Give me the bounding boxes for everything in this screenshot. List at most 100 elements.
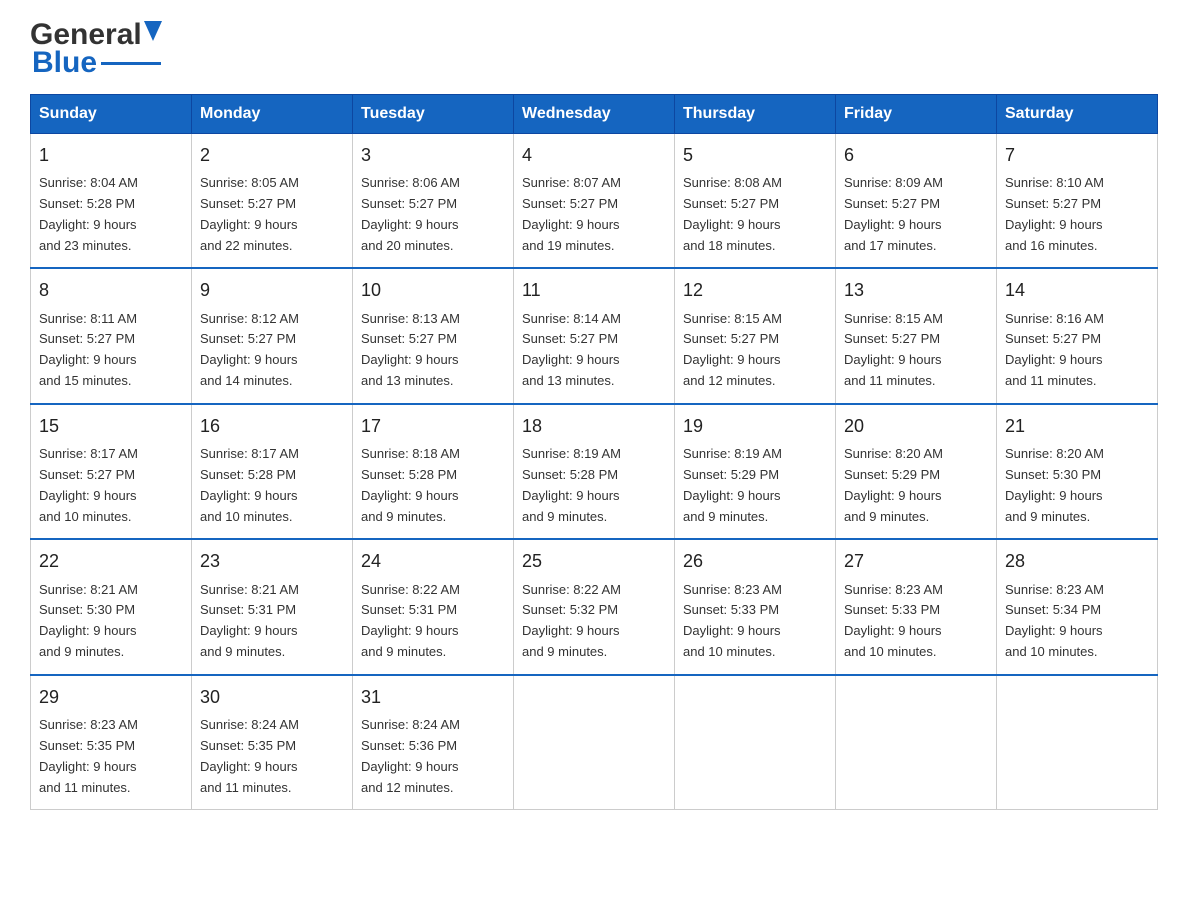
day-info: Sunrise: 8:21 AMSunset: 5:31 PMDaylight:… — [200, 582, 299, 660]
day-info: Sunrise: 8:14 AMSunset: 5:27 PMDaylight:… — [522, 311, 621, 389]
day-cell: 10 Sunrise: 8:13 AMSunset: 5:27 PMDaylig… — [353, 268, 514, 403]
day-number: 4 — [522, 142, 666, 168]
day-cell: 20 Sunrise: 8:20 AMSunset: 5:29 PMDaylig… — [836, 404, 997, 539]
day-cell: 18 Sunrise: 8:19 AMSunset: 5:28 PMDaylig… — [514, 404, 675, 539]
day-info: Sunrise: 8:22 AMSunset: 5:32 PMDaylight:… — [522, 582, 621, 660]
week-row-4: 22 Sunrise: 8:21 AMSunset: 5:30 PMDaylig… — [31, 539, 1158, 674]
day-cell: 28 Sunrise: 8:23 AMSunset: 5:34 PMDaylig… — [997, 539, 1158, 674]
day-info: Sunrise: 8:24 AMSunset: 5:35 PMDaylight:… — [200, 717, 299, 795]
day-number: 6 — [844, 142, 988, 168]
day-cell: 12 Sunrise: 8:15 AMSunset: 5:27 PMDaylig… — [675, 268, 836, 403]
day-info: Sunrise: 8:24 AMSunset: 5:36 PMDaylight:… — [361, 717, 460, 795]
header-day-wednesday: Wednesday — [514, 95, 675, 134]
day-cell: 26 Sunrise: 8:23 AMSunset: 5:33 PMDaylig… — [675, 539, 836, 674]
page-header: General Blue — [30, 20, 1158, 78]
day-info: Sunrise: 8:12 AMSunset: 5:27 PMDaylight:… — [200, 311, 299, 389]
day-number: 9 — [200, 277, 344, 303]
day-number: 1 — [39, 142, 183, 168]
day-info: Sunrise: 8:05 AMSunset: 5:27 PMDaylight:… — [200, 175, 299, 253]
day-number: 18 — [522, 413, 666, 439]
header-day-monday: Monday — [192, 95, 353, 134]
day-cell: 9 Sunrise: 8:12 AMSunset: 5:27 PMDayligh… — [192, 268, 353, 403]
day-cell: 25 Sunrise: 8:22 AMSunset: 5:32 PMDaylig… — [514, 539, 675, 674]
day-cell — [514, 675, 675, 810]
day-info: Sunrise: 8:04 AMSunset: 5:28 PMDaylight:… — [39, 175, 138, 253]
day-cell: 7 Sunrise: 8:10 AMSunset: 5:27 PMDayligh… — [997, 134, 1158, 269]
day-number: 10 — [361, 277, 505, 303]
header-row: SundayMondayTuesdayWednesdayThursdayFrid… — [31, 95, 1158, 134]
day-cell: 4 Sunrise: 8:07 AMSunset: 5:27 PMDayligh… — [514, 134, 675, 269]
day-info: Sunrise: 8:09 AMSunset: 5:27 PMDaylight:… — [844, 175, 943, 253]
week-row-1: 1 Sunrise: 8:04 AMSunset: 5:28 PMDayligh… — [31, 134, 1158, 269]
header-day-saturday: Saturday — [997, 95, 1158, 134]
day-number: 17 — [361, 413, 505, 439]
day-number: 14 — [1005, 277, 1149, 303]
day-number: 29 — [39, 684, 183, 710]
header-day-tuesday: Tuesday — [353, 95, 514, 134]
day-cell: 13 Sunrise: 8:15 AMSunset: 5:27 PMDaylig… — [836, 268, 997, 403]
day-cell: 1 Sunrise: 8:04 AMSunset: 5:28 PMDayligh… — [31, 134, 192, 269]
day-number: 15 — [39, 413, 183, 439]
day-number: 12 — [683, 277, 827, 303]
header-day-thursday: Thursday — [675, 95, 836, 134]
day-number: 8 — [39, 277, 183, 303]
day-number: 5 — [683, 142, 827, 168]
day-info: Sunrise: 8:20 AMSunset: 5:30 PMDaylight:… — [1005, 446, 1104, 524]
day-info: Sunrise: 8:15 AMSunset: 5:27 PMDaylight:… — [844, 311, 943, 389]
day-info: Sunrise: 8:10 AMSunset: 5:27 PMDaylight:… — [1005, 175, 1104, 253]
calendar-body: 1 Sunrise: 8:04 AMSunset: 5:28 PMDayligh… — [31, 134, 1158, 810]
day-cell: 24 Sunrise: 8:22 AMSunset: 5:31 PMDaylig… — [353, 539, 514, 674]
day-info: Sunrise: 8:19 AMSunset: 5:28 PMDaylight:… — [522, 446, 621, 524]
day-number: 7 — [1005, 142, 1149, 168]
day-info: Sunrise: 8:23 AMSunset: 5:33 PMDaylight:… — [844, 582, 943, 660]
day-number: 21 — [1005, 413, 1149, 439]
day-number: 19 — [683, 413, 827, 439]
day-cell: 15 Sunrise: 8:17 AMSunset: 5:27 PMDaylig… — [31, 404, 192, 539]
day-info: Sunrise: 8:15 AMSunset: 5:27 PMDaylight:… — [683, 311, 782, 389]
logo-area: General Blue — [30, 20, 162, 78]
day-cell: 22 Sunrise: 8:21 AMSunset: 5:30 PMDaylig… — [31, 539, 192, 674]
day-cell: 17 Sunrise: 8:18 AMSunset: 5:28 PMDaylig… — [353, 404, 514, 539]
week-row-2: 8 Sunrise: 8:11 AMSunset: 5:27 PMDayligh… — [31, 268, 1158, 403]
day-number: 23 — [200, 548, 344, 574]
header-day-friday: Friday — [836, 95, 997, 134]
day-info: Sunrise: 8:23 AMSunset: 5:35 PMDaylight:… — [39, 717, 138, 795]
day-number: 24 — [361, 548, 505, 574]
logo-blue-text: Blue — [30, 48, 97, 78]
day-cell — [836, 675, 997, 810]
day-number: 27 — [844, 548, 988, 574]
day-info: Sunrise: 8:21 AMSunset: 5:30 PMDaylight:… — [39, 582, 138, 660]
day-cell: 11 Sunrise: 8:14 AMSunset: 5:27 PMDaylig… — [514, 268, 675, 403]
day-info: Sunrise: 8:17 AMSunset: 5:28 PMDaylight:… — [200, 446, 299, 524]
day-cell: 3 Sunrise: 8:06 AMSunset: 5:27 PMDayligh… — [353, 134, 514, 269]
day-cell: 31 Sunrise: 8:24 AMSunset: 5:36 PMDaylig… — [353, 675, 514, 810]
day-cell — [997, 675, 1158, 810]
day-info: Sunrise: 8:23 AMSunset: 5:34 PMDaylight:… — [1005, 582, 1104, 660]
day-info: Sunrise: 8:22 AMSunset: 5:31 PMDaylight:… — [361, 582, 460, 660]
day-cell: 6 Sunrise: 8:09 AMSunset: 5:27 PMDayligh… — [836, 134, 997, 269]
day-info: Sunrise: 8:19 AMSunset: 5:29 PMDaylight:… — [683, 446, 782, 524]
day-number: 2 — [200, 142, 344, 168]
day-number: 22 — [39, 548, 183, 574]
day-cell: 27 Sunrise: 8:23 AMSunset: 5:33 PMDaylig… — [836, 539, 997, 674]
day-cell: 8 Sunrise: 8:11 AMSunset: 5:27 PMDayligh… — [31, 268, 192, 403]
calendar-header: SundayMondayTuesdayWednesdayThursdayFrid… — [31, 95, 1158, 134]
day-info: Sunrise: 8:18 AMSunset: 5:28 PMDaylight:… — [361, 446, 460, 524]
day-info: Sunrise: 8:11 AMSunset: 5:27 PMDaylight:… — [39, 311, 137, 389]
day-cell — [675, 675, 836, 810]
day-info: Sunrise: 8:17 AMSunset: 5:27 PMDaylight:… — [39, 446, 138, 524]
day-info: Sunrise: 8:07 AMSunset: 5:27 PMDaylight:… — [522, 175, 621, 253]
header-day-sunday: Sunday — [31, 95, 192, 134]
day-cell: 14 Sunrise: 8:16 AMSunset: 5:27 PMDaylig… — [997, 268, 1158, 403]
logo-blue-line: Blue — [30, 48, 161, 78]
day-number: 25 — [522, 548, 666, 574]
week-row-5: 29 Sunrise: 8:23 AMSunset: 5:35 PMDaylig… — [31, 675, 1158, 810]
day-info: Sunrise: 8:08 AMSunset: 5:27 PMDaylight:… — [683, 175, 782, 253]
logo-triangle-icon — [144, 21, 162, 46]
day-cell: 2 Sunrise: 8:05 AMSunset: 5:27 PMDayligh… — [192, 134, 353, 269]
day-number: 31 — [361, 684, 505, 710]
day-cell: 19 Sunrise: 8:19 AMSunset: 5:29 PMDaylig… — [675, 404, 836, 539]
day-number: 30 — [200, 684, 344, 710]
day-cell: 29 Sunrise: 8:23 AMSunset: 5:35 PMDaylig… — [31, 675, 192, 810]
day-info: Sunrise: 8:16 AMSunset: 5:27 PMDaylight:… — [1005, 311, 1104, 389]
